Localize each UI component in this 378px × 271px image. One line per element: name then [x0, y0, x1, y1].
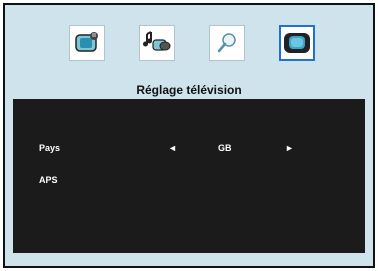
menu-frame: Réglage télévision Pays ◄ GB ► APS [5, 5, 373, 266]
menu-topbar: Réglage télévision [5, 5, 373, 98]
left-arrow-icon[interactable]: ◄ [168, 143, 177, 153]
setting-value: GB [218, 143, 232, 153]
page-title: Réglage télévision [136, 83, 242, 97]
tv-settings-icon[interactable] [279, 25, 315, 61]
tv-menu-window: Réglage télévision Pays ◄ GB ► APS [3, 3, 375, 268]
right-arrow-icon[interactable]: ► [285, 143, 294, 153]
menu-icon-bar [5, 25, 373, 71]
tv-image-icon[interactable] [69, 25, 105, 61]
setting-label: Pays [39, 143, 61, 153]
setting-label: APS [39, 175, 58, 185]
setting-row-country[interactable]: Pays ◄ GB ► [13, 143, 365, 161]
settings-panel: Pays ◄ GB ► APS [13, 99, 365, 253]
audio-icon[interactable] [139, 25, 175, 61]
search-icon[interactable] [209, 25, 245, 61]
setting-row-aps[interactable]: APS [13, 175, 365, 193]
